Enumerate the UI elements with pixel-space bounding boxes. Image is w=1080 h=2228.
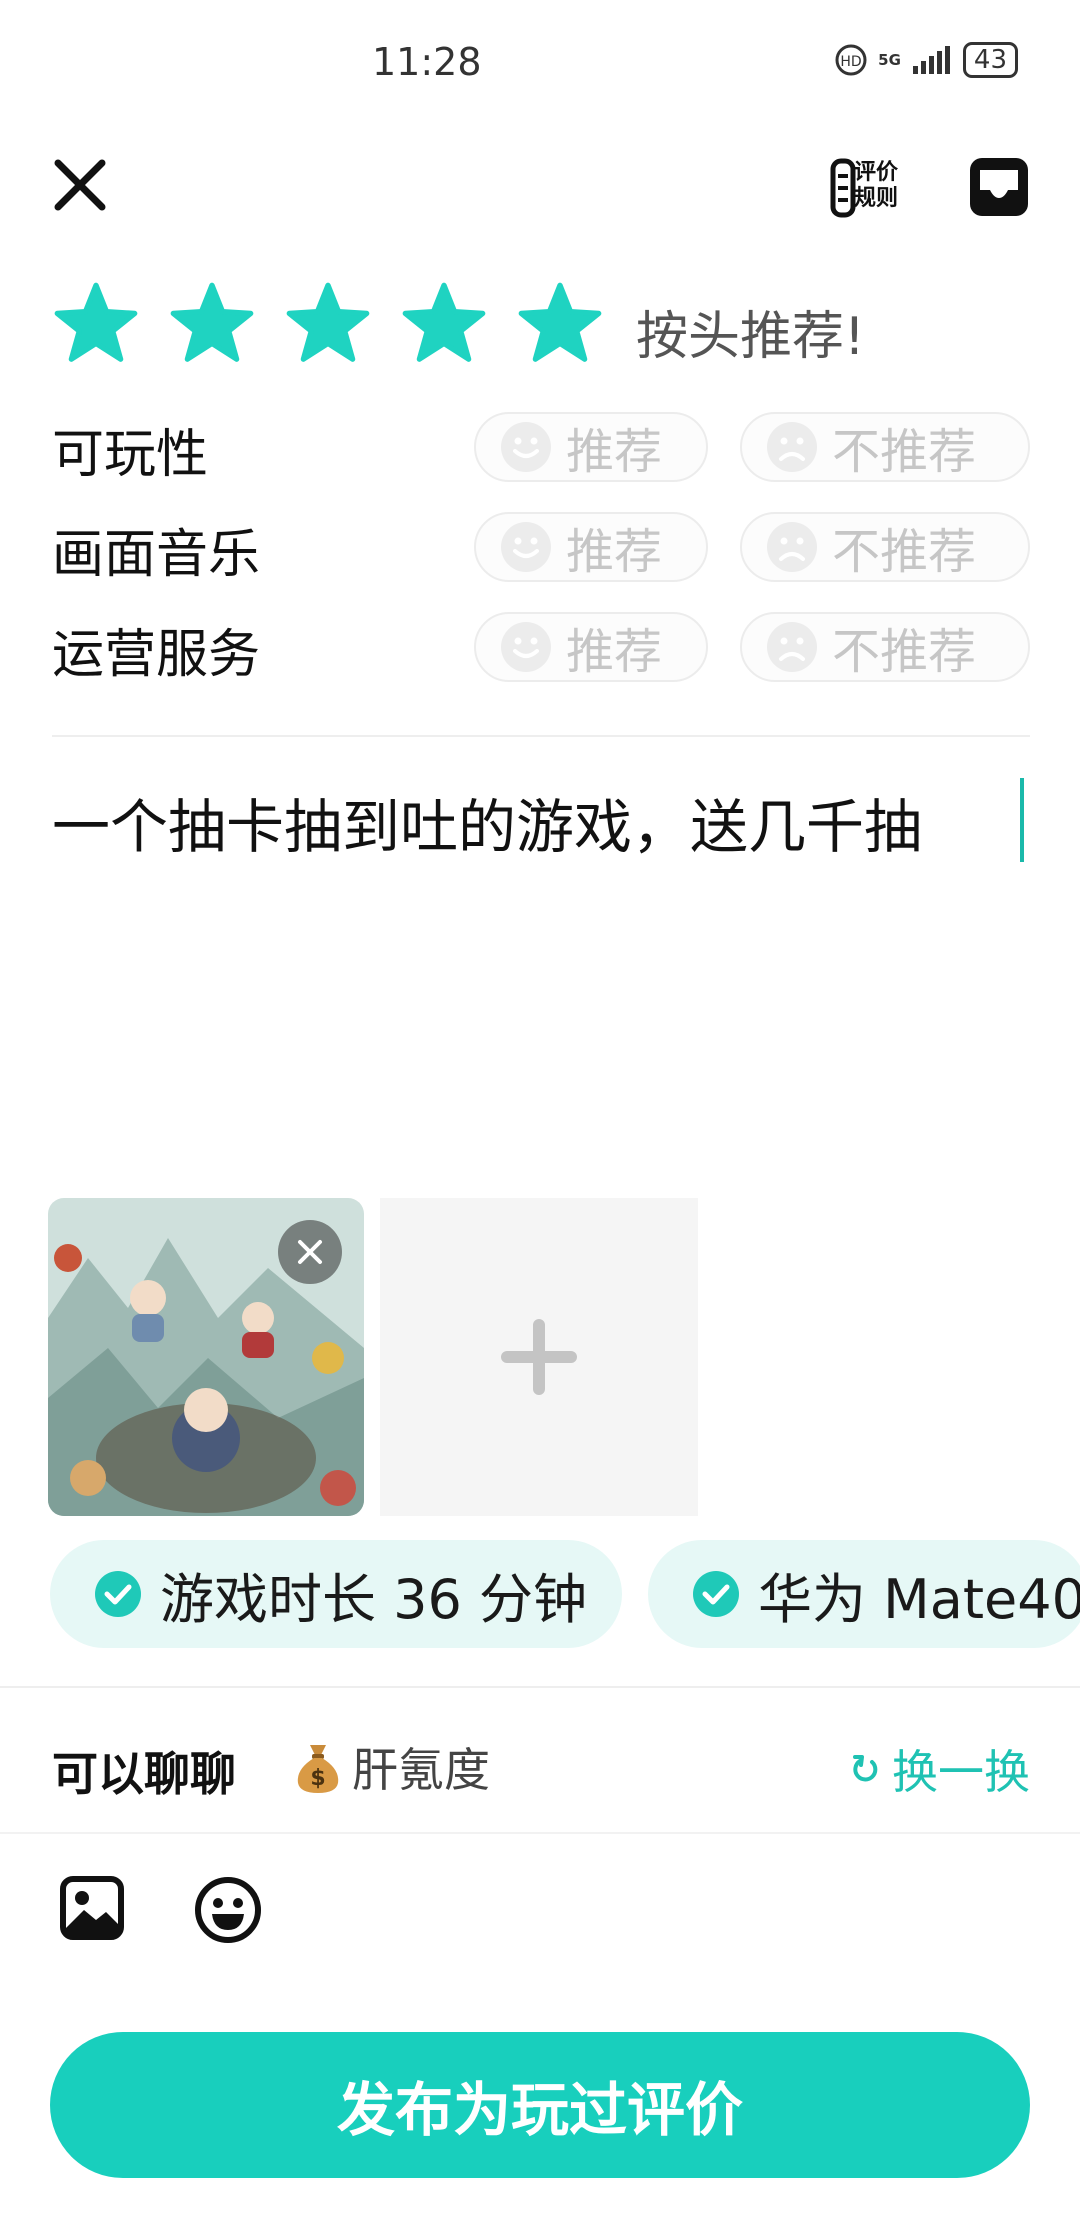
inbox-button[interactable] <box>968 156 1030 218</box>
shuffle-button[interactable]: 换一换 <box>850 1736 1030 1802</box>
divider <box>0 1686 1080 1688</box>
frown-icon <box>767 522 817 572</box>
divider <box>52 735 1030 737</box>
insert-image-button[interactable] <box>60 1876 124 1940</box>
inbox-icon <box>970 158 1028 216</box>
check-circle-icon <box>693 1571 739 1617</box>
remove-image-button[interactable] <box>278 1220 342 1284</box>
svg-text:HD: HD <box>841 54 862 70</box>
criterion-label: 运营服务 <box>52 625 261 685</box>
close-icon <box>298 1240 322 1264</box>
recommend-label: 推荐 <box>566 424 663 480</box>
not-recommend-label: 不推荐 <box>832 624 977 680</box>
text-cursor <box>1020 778 1024 862</box>
star-icon[interactable] <box>168 280 256 368</box>
review-text-input[interactable]: 一个抽卡抽到吐的游戏，送几千抽 <box>52 780 922 864</box>
chat-topic-label: 可以聊聊 <box>52 1747 236 1801</box>
divider <box>0 1832 1080 1834</box>
device-tag[interactable]: 华为 Mate40 <box>648 1540 1080 1648</box>
not-recommend-button[interactable]: 不推荐 <box>740 512 1030 582</box>
recommend-label: 推荐 <box>566 624 663 680</box>
battery-level: 43 <box>962 42 1018 78</box>
rating-label: 按头推荐! <box>636 307 865 367</box>
recommend-label: 推荐 <box>566 524 663 580</box>
refresh-icon <box>853 1755 878 1782</box>
star-icon[interactable] <box>52 280 140 368</box>
recommend-button[interactable]: 推荐 <box>474 612 708 682</box>
network-type: 5G <box>878 51 901 69</box>
hd-call-icon: HD <box>835 44 867 76</box>
recommend-button[interactable]: 推荐 <box>474 412 708 482</box>
not-recommend-label: 不推荐 <box>832 524 977 580</box>
star-icon[interactable] <box>284 280 372 368</box>
check-circle-icon <box>95 1571 141 1617</box>
shuffle-label: 换一换 <box>892 1745 1030 1799</box>
smile-icon <box>501 422 551 472</box>
status-time: 11:28 <box>372 40 482 84</box>
add-image-button[interactable] <box>380 1198 698 1516</box>
close-button[interactable] <box>50 155 110 215</box>
topic-chip[interactable]: $ 肝氪度 <box>292 1734 490 1800</box>
criterion-label: 画面音乐 <box>52 525 261 585</box>
smile-icon <box>501 522 551 572</box>
smile-icon <box>501 622 551 672</box>
not-recommend-label: 不推荐 <box>832 424 977 480</box>
rules-label-line1: 评价 <box>854 160 899 185</box>
playtime-tag[interactable]: 游戏时长 36 分钟 <box>50 1540 622 1648</box>
rules-label-line2: 规则 <box>854 186 899 211</box>
status-icons: HD 5G 43 <box>834 42 1018 78</box>
svg-text:$: $ <box>310 1766 325 1791</box>
publish-review-button[interactable]: 发布为玩过评价 <box>50 2032 1030 2178</box>
criterion-label: 可玩性 <box>52 425 209 485</box>
star-rating[interactable] <box>52 280 604 368</box>
star-icon[interactable] <box>400 280 488 368</box>
close-icon <box>54 159 106 211</box>
review-rules-button[interactable]: 评价 规则 <box>830 158 900 218</box>
plus-icon <box>501 1319 577 1395</box>
frown-icon <box>767 622 817 672</box>
emoji-icon <box>195 1877 261 1943</box>
tag-label: 游戏时长 36 分钟 <box>160 1567 588 1631</box>
signal-icon <box>912 46 950 74</box>
not-recommend-button[interactable]: 不推荐 <box>740 612 1030 682</box>
frown-icon <box>767 422 817 472</box>
recommend-button[interactable]: 推荐 <box>474 512 708 582</box>
image-icon <box>60 1876 124 1940</box>
topic-label: 肝氪度 <box>352 1743 490 1797</box>
insert-emoji-button[interactable] <box>194 1876 262 1944</box>
star-icon[interactable] <box>516 280 604 368</box>
not-recommend-button[interactable]: 不推荐 <box>740 412 1030 482</box>
money-bag-icon: $ <box>297 1745 339 1793</box>
tag-label: 华为 Mate40 <box>758 1567 1080 1631</box>
